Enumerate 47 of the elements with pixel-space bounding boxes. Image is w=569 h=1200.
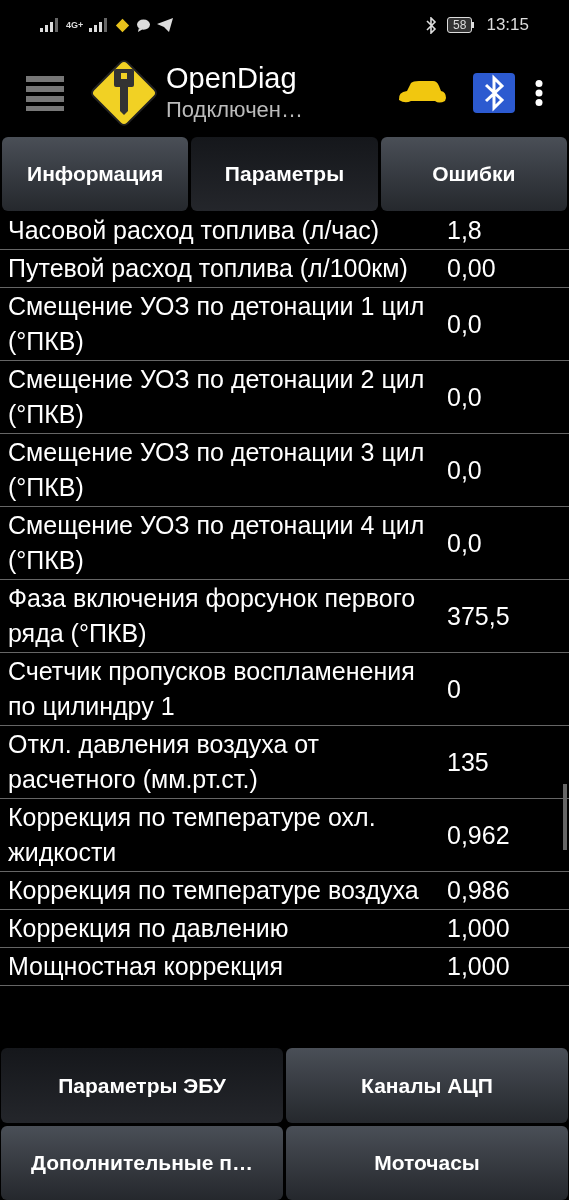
- section-button[interactable]: Каналы АЦП: [286, 1048, 568, 1123]
- parameter-value: 375,5: [447, 600, 511, 632]
- connection-status: Подключен…: [166, 96, 303, 124]
- parameter-name: Счетчик пропусков воспламенения по цилиндру 1: [7, 656, 416, 722]
- signal-icon: [89, 18, 110, 32]
- tab[interactable]: Информация: [2, 137, 189, 211]
- section-button[interactable]: Параметры ЭБУ: [1, 1048, 283, 1123]
- parameter-value: 0,0: [447, 308, 483, 340]
- section-button[interactable]: Дополнительные п…: [1, 1125, 283, 1200]
- parameter-name: Коррекция по температуре охл. жидкости: [7, 802, 377, 868]
- parameter-name: Откл. давления воздуха от расчетного (мм.рт.ст.): [7, 729, 321, 795]
- parameter-value: 135: [447, 746, 490, 778]
- parameter-name: Смещение УОЗ по детонации 1 цил (°ПКВ): [7, 291, 426, 357]
- parameter-value: 1,000: [447, 913, 511, 944]
- parameter-value: 0,962: [447, 819, 511, 851]
- parameter-name: Фаза включения форсунок первого ряда (°ПКВ): [7, 583, 417, 649]
- send-icon: [157, 18, 174, 32]
- parameter-value: 0,0: [447, 527, 483, 559]
- menu-icon[interactable]: [26, 74, 64, 112]
- parameter-value: 0,00: [447, 253, 497, 284]
- tab[interactable]: Параметры: [191, 137, 378, 211]
- parameter-name: Путевой расход топлива (л/100км): [7, 253, 409, 284]
- chat-icon: [136, 18, 152, 32]
- clock: 13:15: [486, 14, 529, 37]
- parameter-value: 0,986: [447, 875, 511, 906]
- signal-icon: [40, 18, 60, 32]
- section-button[interactable]: Моточасы: [286, 1125, 568, 1200]
- parameter-name: Часовой расход топлива (л/час): [7, 215, 381, 246]
- parameter-name: Смещение УОЗ по детонации 2 цил (°ПКВ): [7, 364, 426, 430]
- parameter-name: Смещение УОЗ по детонации 3 цил (°ПКВ): [7, 437, 426, 503]
- bluetooth-adapter-icon[interactable]: [473, 73, 515, 113]
- more-icon[interactable]: [535, 80, 543, 106]
- parameter-name: Смещение УОЗ по детонации 4 цил (°ПКВ): [7, 510, 426, 576]
- battery-level: 58: [447, 17, 473, 33]
- tab[interactable]: Ошибки: [380, 137, 567, 211]
- network-type: 4G+: [66, 20, 84, 30]
- parameter-value: 0: [447, 673, 462, 705]
- parameter-value: 0,0: [447, 381, 483, 413]
- app-title: OpenDiag: [166, 61, 298, 95]
- car-icon[interactable]: [397, 80, 447, 106]
- parameter-name: Мощностная коррекция: [7, 951, 285, 982]
- parameter-value: 0,0: [447, 454, 483, 486]
- parameter-name: Коррекция по давлению: [7, 913, 290, 944]
- parameter-name: Коррекция по температуре воздуха: [7, 875, 420, 906]
- bluetooth-icon: [426, 16, 438, 34]
- parameter-value: 1,000: [447, 951, 511, 982]
- parameter-value: 1,8: [447, 215, 483, 246]
